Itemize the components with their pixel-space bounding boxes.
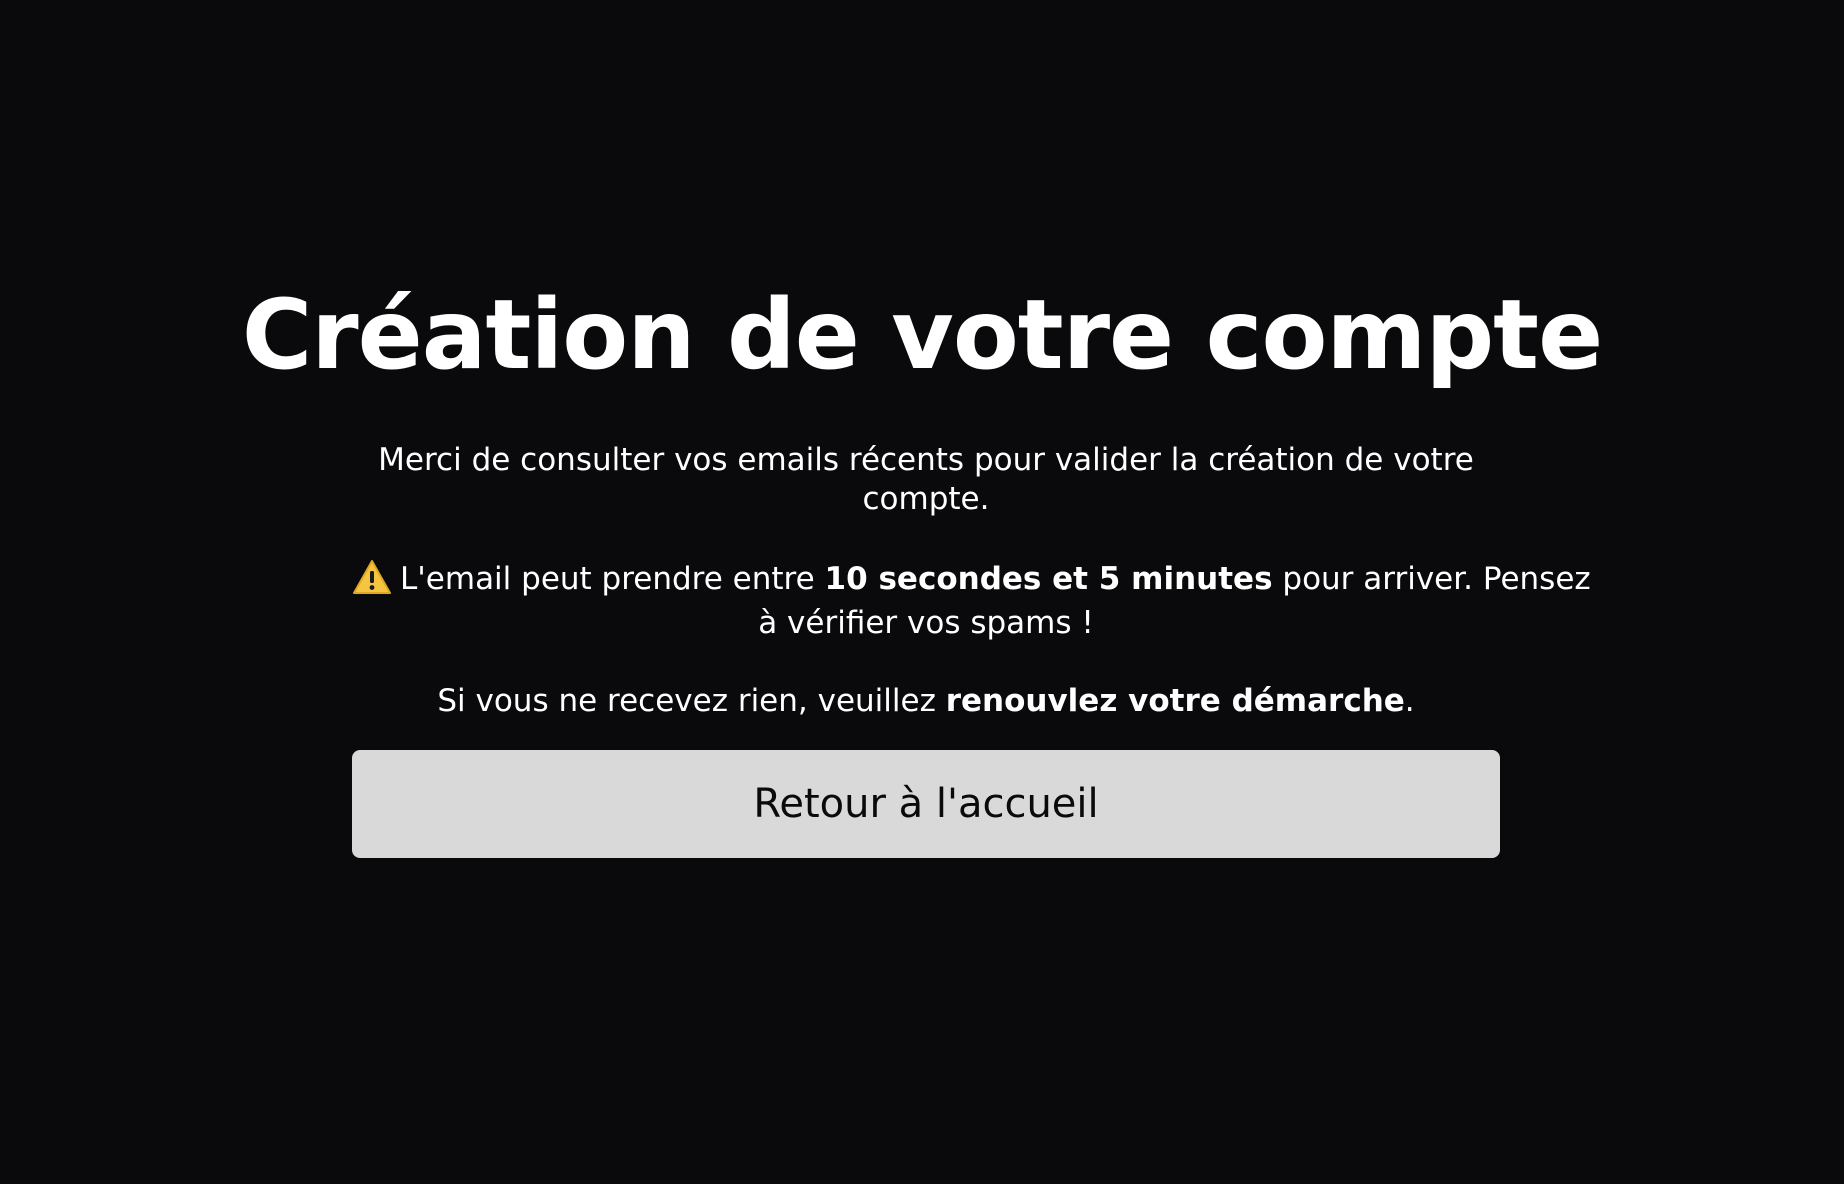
page-title: Création de votre compte — [241, 279, 1603, 391]
retry-note: Si vous ne recevez rien, veuillez renouv… — [352, 679, 1500, 723]
warning-icon — [352, 559, 392, 595]
account-creation-page: Création de votre compte Merci de consul… — [0, 0, 1844, 1184]
back-to-home-button[interactable]: Retour à l'accueil — [352, 750, 1500, 858]
warning-prefix: L'email peut prendre entre — [400, 561, 825, 597]
retry-emphasis: renouvlez votre démarche — [945, 683, 1405, 719]
retry-suffix: . — [1404, 683, 1415, 719]
warning-spam-note: à vérifier vos spams ! — [758, 605, 1094, 641]
email-instructions-line2: compte. — [862, 481, 990, 517]
email-instructions-line1: Merci de consulter vos emails récents po… — [378, 442, 1474, 478]
retry-prefix: Si vous ne recevez rien, veuillez — [437, 683, 946, 719]
warning-duration: 10 secondes et 5 minutes — [824, 561, 1273, 597]
email-instructions: Merci de consulter vos emails récents po… — [352, 441, 1500, 519]
delivery-warning: L'email peut prendre entre 10 secondes e… — [352, 557, 1591, 645]
warning-suffix: pour arriver. Pensez — [1272, 561, 1591, 597]
